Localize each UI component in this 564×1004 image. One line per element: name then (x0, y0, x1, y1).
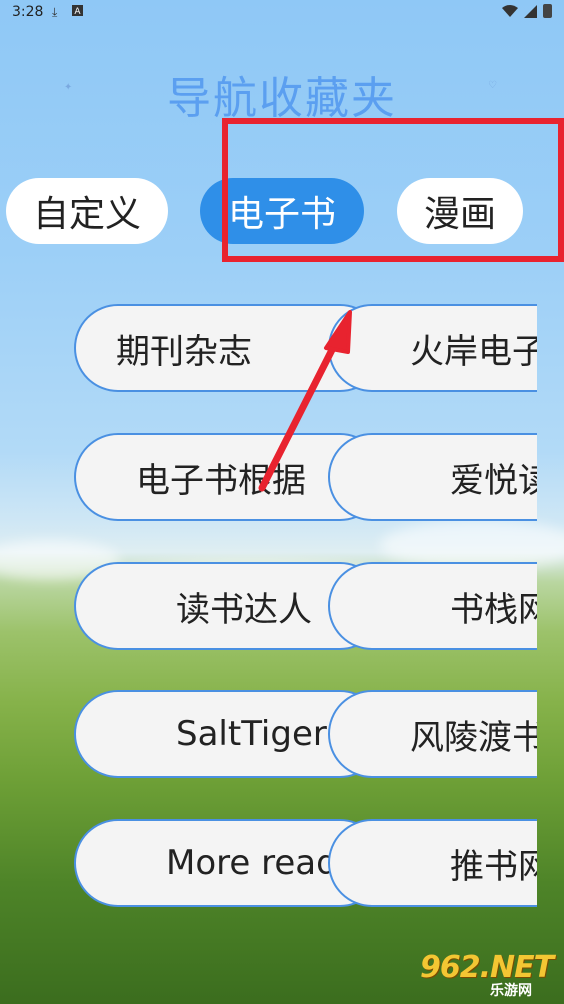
page-title: 导航收藏夹 (167, 73, 397, 124)
bookmark-grid: 期刊杂志 火岸电子 电子书根据 爱悦读 读书达人 书栈网 SaltTiger 风… (0, 290, 537, 930)
bookmark-item[interactable]: 推书网 (328, 819, 537, 907)
wifi-icon (502, 5, 518, 17)
watermark-top: 962.NET (420, 950, 554, 985)
a-icon: A (72, 5, 83, 19)
download-icon: ⤓ (52, 5, 58, 19)
watermark-bottom: 乐游网 (490, 983, 532, 999)
highlight-box (222, 118, 564, 262)
status-icons (502, 4, 552, 18)
watermark-logo: 962.NET 乐游网 (420, 950, 558, 1000)
battery-icon (543, 4, 552, 18)
svg-text:A: A (74, 7, 81, 16)
bookmark-item[interactable]: 爱悦读 (328, 433, 537, 521)
bookmark-item[interactable]: 风陵渡书 (328, 690, 537, 778)
signal-icon (524, 4, 537, 18)
status-time: 3:28 (12, 4, 44, 20)
heart-icon: ♡ (488, 80, 497, 91)
bookmark-item[interactable]: 书栈网 (328, 562, 537, 650)
tab-custom[interactable]: 自定义 (6, 178, 168, 244)
status-bar: 3:28 ⤓ A (0, 0, 564, 26)
sparkle-icon: ✦ (64, 82, 73, 93)
bookmark-item[interactable]: 火岸电子 (328, 304, 537, 392)
